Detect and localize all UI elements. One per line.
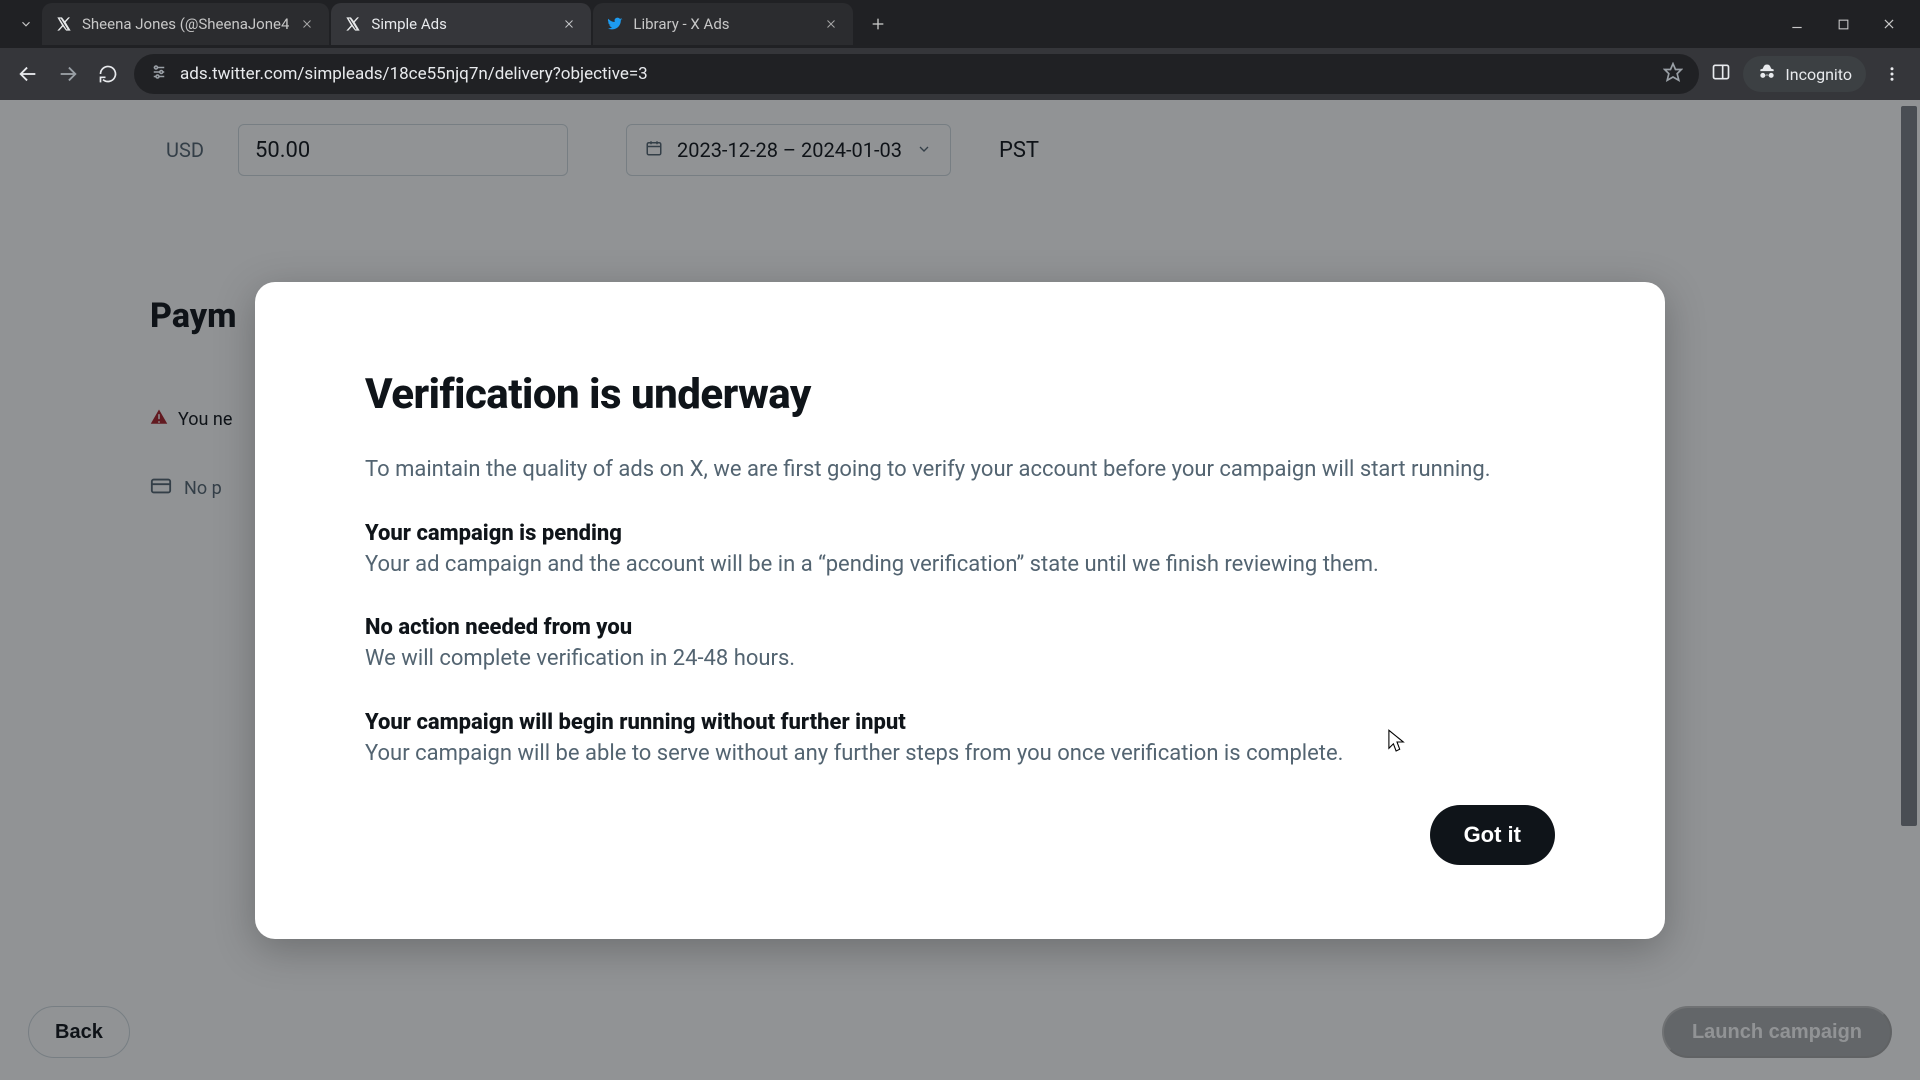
modal-section: Your campaign will begin running without… <box>365 710 1555 769</box>
close-icon[interactable] <box>299 16 315 32</box>
close-icon[interactable] <box>823 16 839 32</box>
got-it-label: Got it <box>1464 822 1521 847</box>
site-settings-icon[interactable] <box>150 63 168 85</box>
tab-title: Simple Ads <box>371 15 551 33</box>
new-tab-button[interactable] <box>861 7 895 41</box>
got-it-button[interactable]: Got it <box>1430 805 1555 865</box>
nav-forward-button[interactable] <box>54 60 82 88</box>
nav-reload-button[interactable] <box>94 60 122 88</box>
window-controls <box>1788 15 1920 33</box>
verification-modal: Verification is underway To maintain the… <box>255 282 1665 939</box>
modal-section-body: Your ad campaign and the account will be… <box>365 550 1555 580</box>
modal-title: Verification is underway <box>365 370 1555 419</box>
bookmark-star-icon[interactable] <box>1663 62 1683 86</box>
tab-title: Library - X Ads <box>633 15 813 33</box>
window-maximize-button[interactable] <box>1834 15 1852 33</box>
x-logo-icon <box>56 16 72 32</box>
window-minimize-button[interactable] <box>1788 15 1806 33</box>
url-actions <box>1663 62 1683 86</box>
url-field[interactable]: ads.twitter.com/simpleads/18ce55njq7n/de… <box>134 54 1699 94</box>
window-close-button[interactable] <box>1880 15 1898 33</box>
browser-tab[interactable]: Simple Ads <box>331 3 591 45</box>
incognito-indicator[interactable]: Incognito <box>1743 56 1866 92</box>
incognito-label: Incognito <box>1785 65 1852 84</box>
twitter-bird-icon <box>607 16 623 32</box>
modal-lead: To maintain the quality of ads on X, we … <box>365 455 1555 485</box>
close-icon[interactable] <box>561 16 577 32</box>
browser-chrome: Sheena Jones (@SheenaJone4 Simple Ads Li… <box>0 0 1920 100</box>
address-bar: ads.twitter.com/simpleads/18ce55njq7n/de… <box>0 48 1920 100</box>
modal-section-title: Your campaign will begin running without… <box>365 710 1555 735</box>
modal-section-body: We will complete verification in 24-48 h… <box>365 644 1555 674</box>
modal-section: Your campaign is pending Your ad campaig… <box>365 521 1555 580</box>
tab-title: Sheena Jones (@SheenaJone4 <box>82 15 289 33</box>
nav-back-button[interactable] <box>14 60 42 88</box>
url-text: ads.twitter.com/simpleads/18ce55njq7n/de… <box>180 64 648 84</box>
modal-section-title: Your campaign is pending <box>365 521 1555 546</box>
modal-overlay[interactable]: Verification is underway To maintain the… <box>0 100 1920 1080</box>
tab-search-dropdown[interactable] <box>10 8 42 40</box>
browser-tab[interactable]: Library - X Ads <box>593 3 853 45</box>
modal-section: No action needed from you We will comple… <box>365 615 1555 674</box>
browser-menu-button[interactable] <box>1878 60 1906 88</box>
modal-section-body: Your campaign will be able to serve with… <box>365 739 1555 769</box>
incognito-icon <box>1757 62 1777 86</box>
side-panel-icon[interactable] <box>1711 62 1731 86</box>
tab-bar: Sheena Jones (@SheenaJone4 Simple Ads Li… <box>0 0 1920 48</box>
page-viewport: USD 50.00 2023-12-28 – 2024-01-03 PST Pa… <box>0 100 1920 1080</box>
browser-tab[interactable]: Sheena Jones (@SheenaJone4 <box>42 3 329 45</box>
modal-actions: Got it <box>365 805 1555 865</box>
modal-section-title: No action needed from you <box>365 615 1555 640</box>
x-logo-icon <box>345 16 361 32</box>
